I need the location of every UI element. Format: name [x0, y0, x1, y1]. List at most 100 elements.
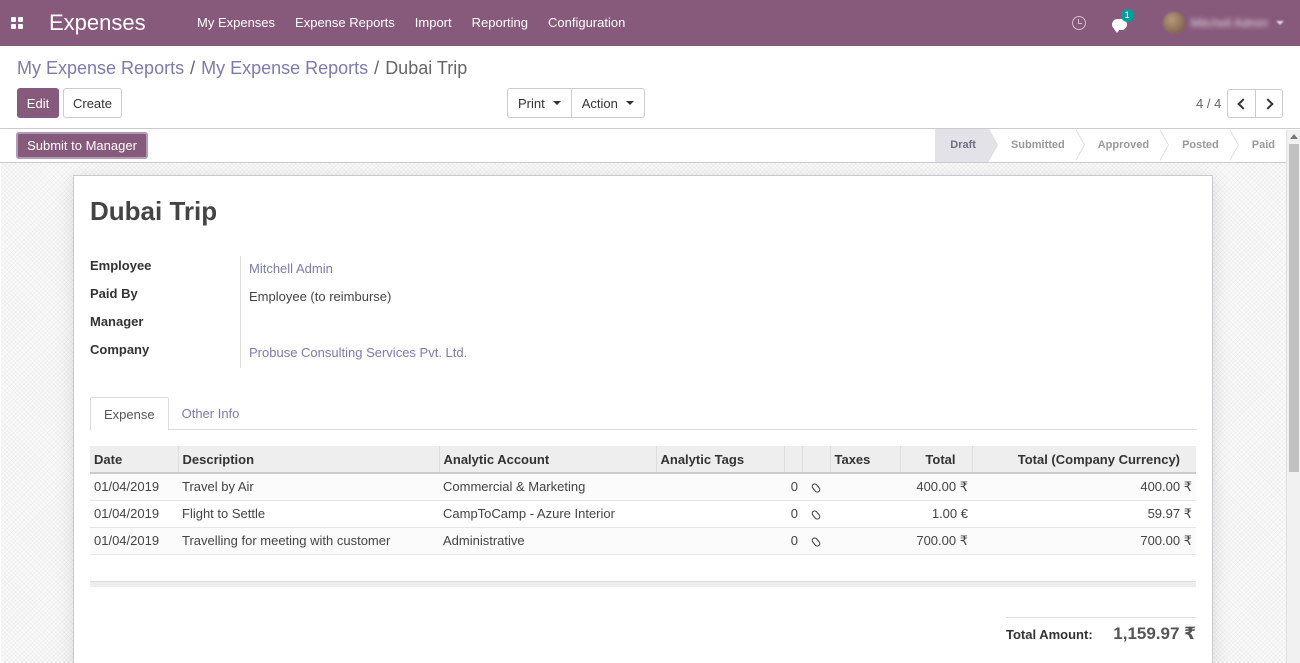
stage-label: Posted	[1182, 139, 1219, 151]
cell-analytic-tags	[656, 473, 784, 501]
table-row[interactable]: 01/04/2019 Travel by Air Commercial & Ma…	[90, 473, 1196, 501]
table-row[interactable]: 01/04/2019 Travelling for meeting with c…	[90, 527, 1196, 555]
stage-pipeline: Draft Submitted Approved Posted Paid	[935, 128, 1286, 162]
stage-label: Submitted	[1010, 139, 1065, 151]
cell-total-company: 700.00 ₹	[972, 527, 1196, 555]
table-row[interactable]: 01/04/2019 Flight to Settle CampToCamp -…	[90, 500, 1196, 528]
column-header[interactable]: Total	[899, 446, 972, 474]
stage-approved: Approved	[1076, 128, 1170, 162]
caret-down-icon	[625, 101, 634, 105]
breadcrumb-item[interactable]: My Expense Reports	[17, 58, 184, 79]
scroll-up-icon[interactable]	[1290, 134, 1298, 139]
attachment-button[interactable]	[802, 527, 830, 555]
app-title[interactable]: Expenses	[49, 10, 187, 36]
stage-posted: Posted	[1160, 128, 1239, 162]
cell-total: 700.00 ₹	[900, 527, 972, 555]
field-labels: Employee Paid By Manager Company	[90, 258, 151, 370]
scroll-thumb[interactable]	[1289, 144, 1299, 472]
total-amount: Total Amount: 1,159.97 ₹	[1006, 617, 1196, 644]
cell-analytic-account: Commercial & Marketing	[439, 473, 656, 501]
column-header[interactable]: Analytic Tags	[655, 446, 784, 474]
manager-value	[249, 316, 467, 344]
breadcrumb: My Expense Reports / My Expense Reports …	[17, 58, 467, 79]
column-header[interactable]: Description	[177, 446, 439, 474]
cell-analytic-tags	[656, 500, 784, 528]
employee-label: Employee	[90, 258, 152, 273]
avatar	[1162, 12, 1185, 34]
tab-other-info[interactable]: Other Info	[169, 397, 253, 430]
company-link[interactable]: Probuse Consulting Services Pvt. Ltd.	[249, 344, 467, 372]
column-header[interactable]	[783, 446, 802, 474]
user-name: Mitchell Admin	[1190, 16, 1268, 30]
stage-submitted: Submitted	[989, 128, 1085, 162]
paid-by-value: Employee (to reimburse)	[249, 289, 392, 304]
menu-reporting[interactable]: Reporting	[462, 0, 538, 46]
paperclip-icon	[810, 482, 822, 495]
stage-label: Draft	[950, 139, 976, 151]
field-divider	[240, 256, 241, 368]
menu-expense-reports[interactable]: Expense Reports	[285, 0, 405, 46]
top-navbar: Expenses My Expenses Expense Reports Imp…	[0, 0, 1300, 46]
chevron-right-icon	[1261, 97, 1274, 110]
manager-label: Manager	[90, 314, 144, 329]
menu-my-expenses[interactable]: My Expenses	[187, 0, 285, 46]
caret-down-icon	[552, 101, 561, 105]
report-title: Dubai Trip	[90, 196, 218, 226]
submit-to-manager-button[interactable]: Submit to Manager	[16, 132, 148, 159]
tab-expense[interactable]: Expense	[90, 397, 169, 431]
stage-label: Approved	[1097, 139, 1150, 151]
form-sheet: Dubai Trip Employee Paid By Manager Comp…	[73, 175, 1213, 663]
menu-import[interactable]: Import	[405, 0, 462, 46]
status-bar: Submit to Manager Draft Submitted Approv…	[0, 128, 1300, 163]
paperclip-icon	[810, 536, 822, 548]
column-header[interactable]: Total (Company Currency)	[971, 446, 1196, 474]
column-header[interactable]: Taxes	[829, 446, 900, 474]
cell-total: 400.00 ₹	[900, 473, 972, 501]
paperclip-icon	[810, 509, 822, 521]
print-label: Print	[518, 95, 545, 111]
pager-value[interactable]: 4 / 4	[1196, 96, 1221, 111]
notebook-tabs: Expense Other Info	[90, 397, 1197, 431]
cell-description: Flight to Settle	[178, 500, 439, 528]
cell-taxes	[830, 473, 900, 501]
pager-next-button[interactable]	[1255, 90, 1282, 117]
employee-link[interactable]: Mitchell Admin	[249, 260, 467, 288]
breadcrumb-item[interactable]: My Expense Reports	[201, 58, 368, 79]
cell-analytic-account: Administrative	[439, 527, 656, 555]
cell-description: Travelling for meeting with customer	[178, 527, 439, 555]
cell-attachments-count: 0	[784, 500, 802, 528]
breadcrumb-current: Dubai Trip	[385, 58, 468, 78]
create-button[interactable]: Create	[63, 88, 122, 118]
attachment-button[interactable]	[802, 473, 830, 501]
apps-menu-icon[interactable]	[0, 0, 34, 46]
column-header[interactable]: Date	[90, 446, 178, 474]
messaging-button[interactable]: 1	[1111, 8, 1134, 33]
cell-total-company: 59.97 ₹	[972, 500, 1196, 528]
cell-attachments-count: 0	[784, 527, 802, 555]
action-label: Action	[581, 95, 618, 111]
user-menu[interactable]: Mitchell Admin	[1162, 12, 1284, 34]
activity-clock-icon[interactable]	[1071, 16, 1086, 30]
cell-date: 01/04/2019	[90, 473, 178, 501]
cell-analytic-account: CampToCamp - Azure Interior	[439, 500, 656, 528]
attachment-button[interactable]	[802, 500, 830, 528]
pager-previous-button[interactable]	[1228, 90, 1255, 117]
cell-total: 1.00 €	[900, 500, 972, 528]
breadcrumb-separator: /	[374, 58, 380, 78]
field-values: Mitchell Admin Employee (to reimburse) P…	[249, 260, 467, 372]
print-dropdown[interactable]: Print	[508, 89, 571, 117]
chat-badge: 1	[1120, 8, 1134, 22]
caret-down-icon	[1276, 21, 1284, 25]
action-dropdown[interactable]: Action	[570, 89, 644, 117]
cell-total-company: 400.00 ₹	[972, 473, 1196, 501]
stage-label: Paid	[1251, 139, 1275, 151]
vertical-scrollbar[interactable]	[1286, 130, 1300, 663]
cell-analytic-tags	[656, 527, 784, 555]
menu-configuration[interactable]: Configuration	[538, 0, 635, 46]
column-header[interactable]	[801, 446, 830, 474]
cell-description: Travel by Air	[178, 473, 439, 501]
column-header[interactable]: Analytic Account	[438, 446, 656, 474]
total-amount-value: 1,159.97 ₹	[1113, 624, 1196, 643]
company-label: Company	[90, 342, 150, 357]
edit-button[interactable]: Edit	[17, 88, 59, 118]
